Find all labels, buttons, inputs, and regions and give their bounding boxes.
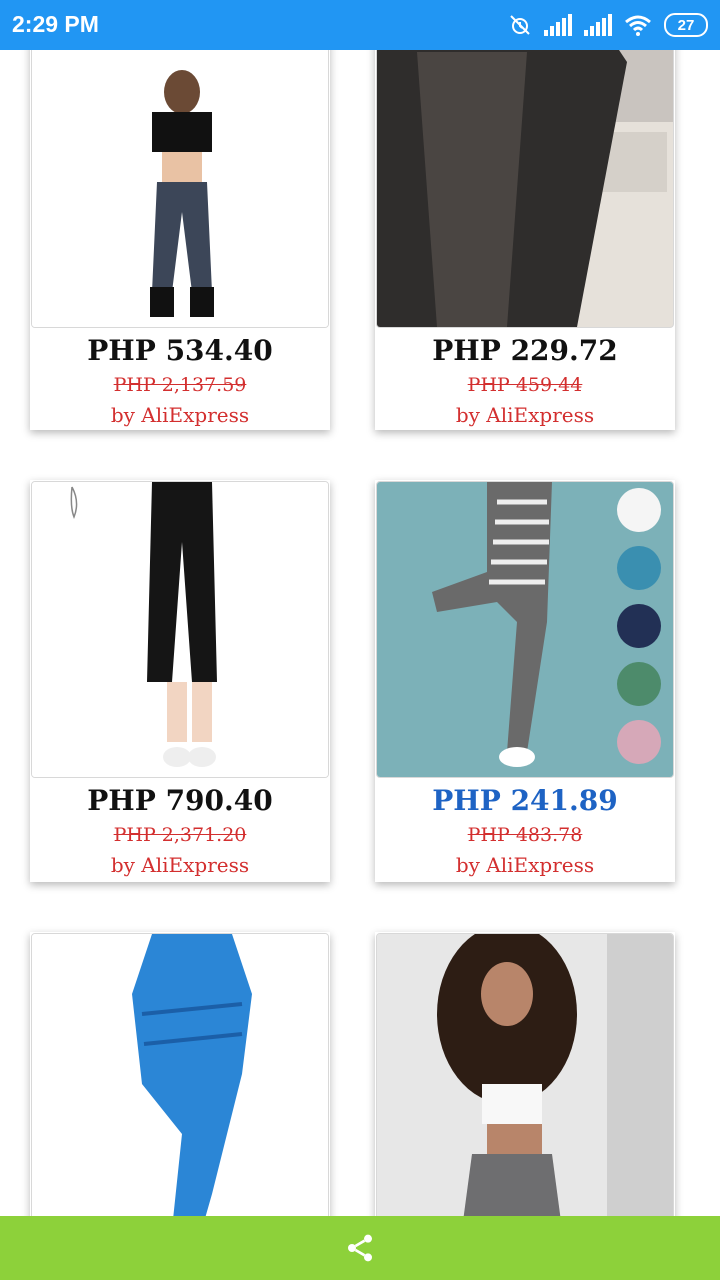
product-old-price: PHP 483.78 <box>467 824 583 846</box>
product-seller: by AliExpress <box>110 853 250 877</box>
product-image[interactable] <box>376 933 674 1216</box>
signal-icon-2 <box>584 14 612 36</box>
product-price: PHP 534.40 <box>87 334 273 367</box>
product-grid[interactable]: PHP 534.40 PHP 2,137.59 by AliExpress PH… <box>0 50 720 1216</box>
product-seller: by AliExpress <box>455 853 595 877</box>
product-card[interactable]: PHP 229.72 PHP 459.44 by AliExpress <box>375 50 675 430</box>
product-seller: by AliExpress <box>455 403 595 427</box>
status-bar: 2:29 PM 27 <box>0 0 720 50</box>
signal-icon-1 <box>544 14 572 36</box>
product-card[interactable] <box>30 932 330 1216</box>
battery-icon: 27 <box>664 13 708 37</box>
product-image[interactable] <box>31 933 329 1216</box>
product-image[interactable] <box>31 50 329 328</box>
product-seller: by AliExpress <box>110 403 250 427</box>
product-price: PHP 790.40 <box>87 784 273 817</box>
bottom-bar <box>0 1216 720 1280</box>
product-card[interactable] <box>375 932 675 1216</box>
share-icon[interactable] <box>344 1232 376 1264</box>
product-card[interactable]: PHP 241.89 PHP 483.78 by AliExpress <box>375 480 675 882</box>
status-time: 2:29 PM <box>12 11 99 37</box>
product-image[interactable] <box>376 50 674 328</box>
product-old-price: PHP 2,371.20 <box>113 824 247 846</box>
product-price: PHP 229.72 <box>432 334 618 367</box>
product-price: PHP 241.89 <box>432 784 618 817</box>
product-card[interactable]: PHP 534.40 PHP 2,137.59 by AliExpress <box>30 50 330 430</box>
product-image[interactable] <box>376 481 674 778</box>
status-icons: 27 <box>508 12 708 38</box>
alarm-off-icon <box>510 15 530 35</box>
product-old-price: PHP 459.44 <box>467 374 583 396</box>
product-old-price: PHP 2,137.59 <box>113 374 247 396</box>
product-card[interactable]: PHP 790.40 PHP 2,371.20 by AliExpress <box>30 480 330 882</box>
product-image[interactable] <box>31 481 329 778</box>
wifi-icon <box>625 15 651 36</box>
